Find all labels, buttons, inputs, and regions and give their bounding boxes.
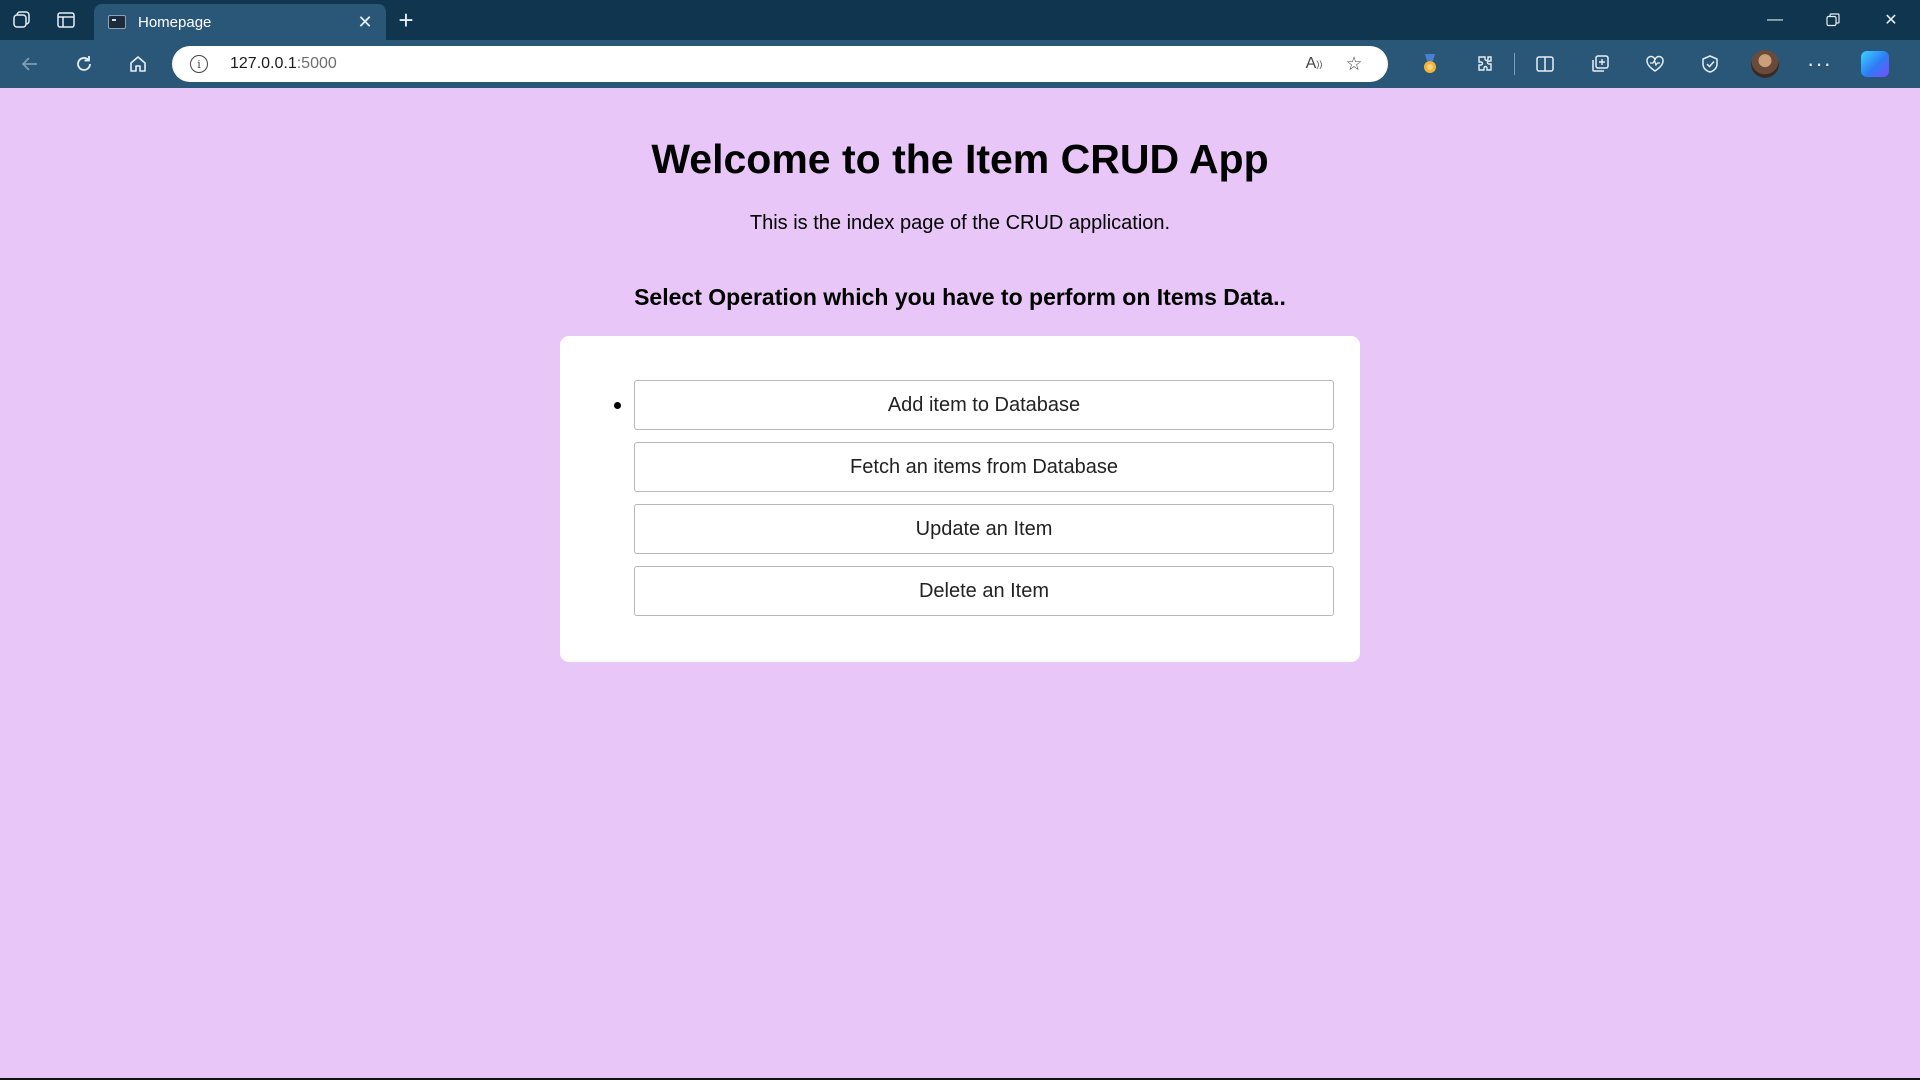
minimize-icon[interactable]: — [1746,0,1804,40]
list-bullet [614,402,621,409]
read-aloud-icon[interactable]: A)) [1294,49,1334,79]
page-title: Welcome to the Item CRUD App [651,136,1269,182]
avatar [1750,50,1779,78]
back-arrow-icon[interactable] [6,44,54,84]
operations-list: Add item to Database Fetch an items from… [614,380,1334,628]
page-subtitle: This is the index page of the CRUD appli… [749,212,1171,234]
split-screen-icon[interactable] [1517,44,1572,84]
close-window-icon[interactable]: ✕ [1862,0,1920,40]
url-host: 127.0.0.1 [230,55,297,72]
tab-close-icon[interactable]: ✕ [354,11,376,33]
list-item: Update an Item [634,504,1334,554]
terminal-favicon-icon [108,15,126,29]
url-text[interactable]: 127.0.0.1:5000 [230,55,1294,73]
new-tab-button[interactable]: + [386,0,426,40]
reload-icon[interactable] [60,44,108,84]
url-port: :5000 [296,55,337,72]
restore-icon[interactable] [1804,0,1862,40]
page-content: Welcome to the Item CRUD App This is the… [0,88,1920,1080]
tab-homepage[interactable]: Homepage ✕ [94,4,386,40]
section-heading: Select Operation which you have to perfo… [634,284,1286,310]
toolbar-separator [1514,53,1515,75]
vertical-tabs-icon[interactable] [44,0,88,40]
list-item: Add item to Database [614,380,1334,430]
operations-card: Add item to Database Fetch an items from… [560,336,1360,662]
performance-icon[interactable] [1682,44,1737,84]
fetch-items-button[interactable]: Fetch an items from Database [634,442,1334,492]
update-item-button[interactable]: Update an Item [634,504,1334,554]
extensions-icon[interactable] [1457,44,1512,84]
favorite-star-icon[interactable]: ☆ [1334,49,1374,79]
info-icon[interactable]: i [190,55,208,73]
rewards-badge-icon[interactable] [1402,44,1457,84]
copilot-logo [1860,51,1889,77]
home-icon[interactable] [114,44,162,84]
window-controls: — ✕ [1746,0,1920,40]
list-item: Delete an Item [634,566,1334,616]
address-bar[interactable]: i 127.0.0.1:5000 A)) ☆ [172,46,1388,82]
workspaces-icon[interactable] [0,0,44,40]
copilot-icon[interactable] [1847,44,1902,84]
browser-toolbar: i 127.0.0.1:5000 A)) ☆ ··· [0,40,1920,88]
add-item-button[interactable]: Add item to Database [634,380,1334,430]
profile-avatar[interactable] [1737,44,1792,84]
tab-title: Homepage [138,13,212,31]
more-menu-icon[interactable]: ··· [1792,44,1847,84]
browser-essentials-icon[interactable] [1627,44,1682,84]
delete-item-button[interactable]: Delete an Item [634,566,1334,616]
extensions-bar: ··· [1402,44,1902,84]
browser-titlebar: Homepage ✕ + — ✕ [0,0,1920,40]
collections-icon[interactable] [1572,44,1627,84]
list-item: Fetch an items from Database [634,442,1334,492]
